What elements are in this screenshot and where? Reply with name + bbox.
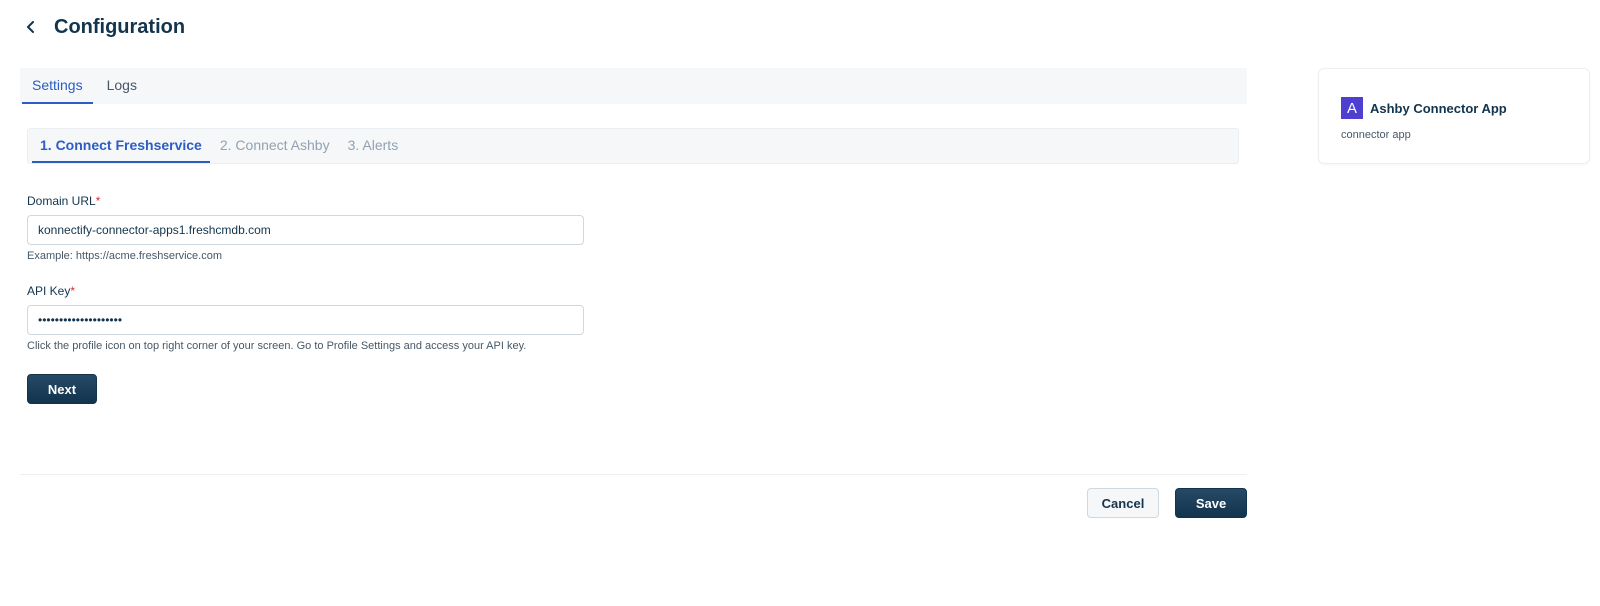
tab-settings[interactable]: Settings [22, 68, 93, 104]
footer-actions: Cancel Save [1087, 488, 1247, 518]
app-header: A Ashby Connector App [1341, 97, 1567, 119]
api-key-label: API Key* [27, 284, 76, 298]
next-button[interactable]: Next [27, 374, 97, 404]
chevron-left-icon [27, 21, 34, 33]
domain-url-input[interactable]: konnectify-connector-apps1.freshcmdb.com [27, 215, 584, 245]
api-key-input[interactable]: •••••••••••••••••••• [27, 305, 584, 335]
app-name: Ashby Connector App [1370, 100, 1507, 116]
save-button[interactable]: Save [1175, 488, 1247, 518]
page-title: Configuration [54, 15, 186, 38]
required-mark: * [70, 284, 76, 298]
app-subtitle: connector app [1341, 129, 1411, 141]
domain-url-label: Domain URL* [27, 194, 101, 208]
domain-url-hint: Example: https://acme.freshservice.com [27, 250, 223, 262]
app-info-card: A Ashby Connector App connector app [1318, 68, 1590, 164]
api-key-field-group: API Key* •••••••••••••••••••• Click the … [27, 284, 1247, 352]
tab-logs[interactable]: Logs [97, 68, 147, 104]
connection-form: Domain URL* konnectify-connector-apps1.f… [27, 194, 1247, 404]
cancel-button[interactable]: Cancel [1087, 488, 1159, 518]
tab-bar: Settings Logs [20, 68, 1247, 104]
step-connect-ashby[interactable]: 2. Connect Ashby [212, 128, 338, 163]
page-header: Configuration [20, 12, 185, 42]
domain-url-field-group: Domain URL* konnectify-connector-apps1.f… [27, 194, 1247, 262]
step-bar: 1. Connect Freshservice 2. Connect Ashby… [27, 128, 1239, 164]
api-key-hint: Click the profile icon on top right corn… [27, 340, 527, 352]
required-mark: * [95, 194, 101, 208]
main-panel: Settings Logs 1. Connect Freshservice 2.… [20, 68, 1247, 404]
configuration-page: Configuration Settings Logs 1. Connect F… [0, 0, 1600, 606]
step-alerts[interactable]: 3. Alerts [340, 128, 407, 163]
footer-divider [20, 474, 1247, 475]
ashby-logo-icon: A [1341, 97, 1363, 119]
back-button[interactable] [20, 16, 42, 38]
step-connect-freshservice[interactable]: 1. Connect Freshservice [32, 128, 210, 163]
